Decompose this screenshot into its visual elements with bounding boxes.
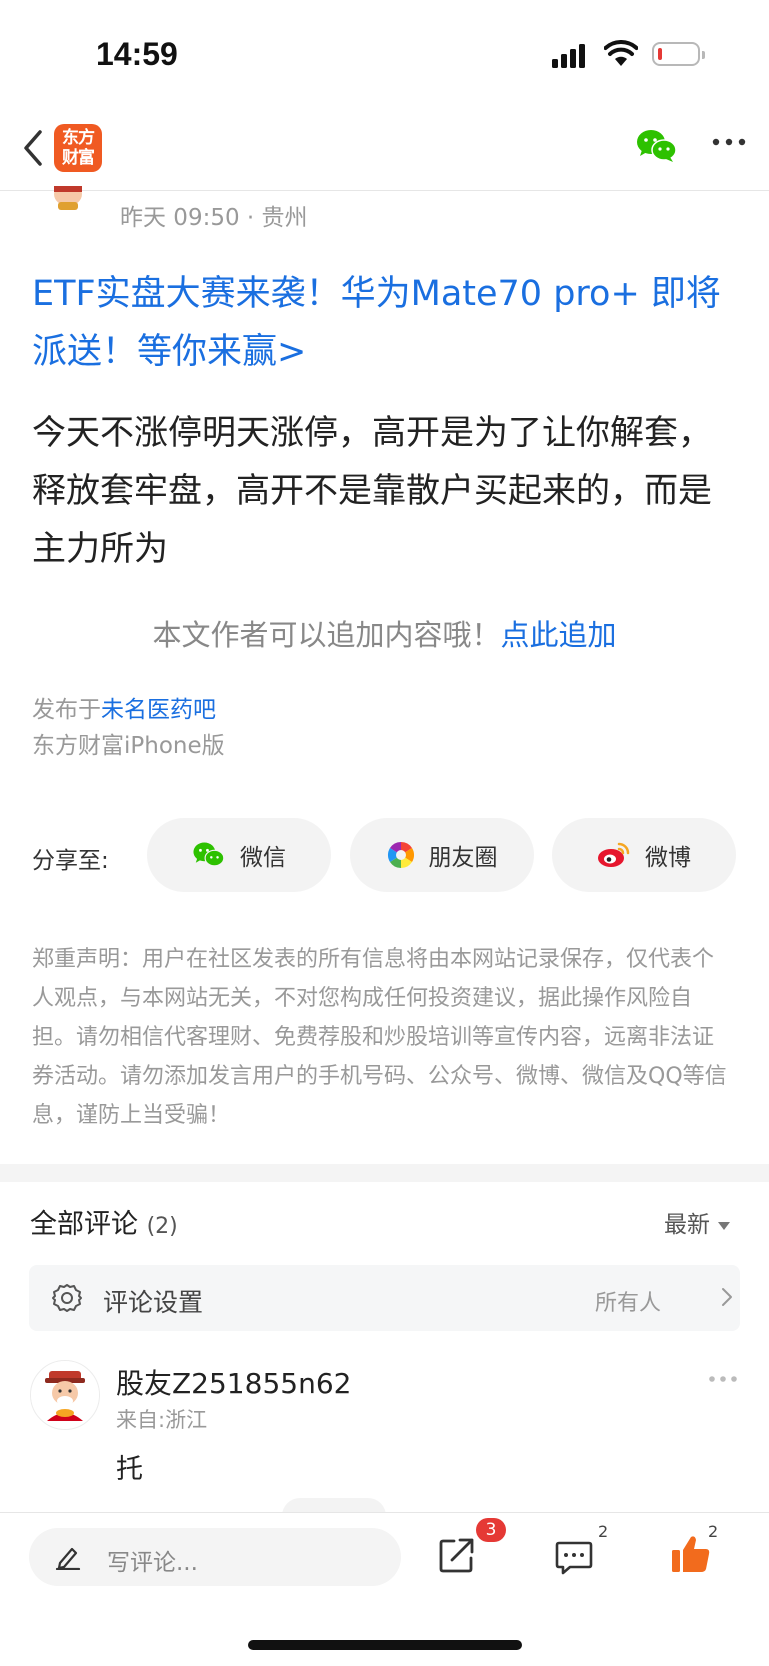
app-logo: 东方 财富 <box>54 124 102 172</box>
disclaimer-text: 郑重声明：用户在社区发表的所有信息将由本网站记录保存，仅代表个人观点，与本网站无… <box>32 947 727 1128</box>
comments-header: 全部评论 (2) <box>30 1202 178 1241</box>
share-weibo-button[interactable]: 微博 <box>552 818 736 892</box>
forum-link[interactable]: 未名医药吧 <box>101 697 216 723</box>
comment-text: 托 <box>116 1454 143 1485</box>
client-source: 东方财富iPhone版 <box>32 733 225 759</box>
status-time: 14:59 <box>96 36 178 72</box>
append-prompt-text: 本文作者可以追加内容哦！ <box>152 618 501 652</box>
logo-text-bottom: 财富 <box>62 148 95 168</box>
thumbs-up-icon[interactable] <box>671 1534 711 1574</box>
cellular-signal-icon <box>552 44 585 68</box>
promo-link[interactable]: ETF实盘大赛来袭！华为Mate70 pro+ 即将派送！等你来赢> <box>32 265 742 381</box>
published-prefix: 发布于 <box>32 697 101 723</box>
back-arrow-icon[interactable] <box>18 126 50 170</box>
wifi-icon <box>604 40 638 66</box>
sort-label: 最新 <box>664 1212 710 1238</box>
more-options-icon[interactable] <box>712 138 746 146</box>
wechat-share-icon[interactable] <box>636 128 678 164</box>
share-wechat-label: 微信 <box>240 845 286 871</box>
share-label: 分享至: <box>32 848 109 874</box>
share-moments-button[interactable]: 朋友圈 <box>350 818 534 892</box>
wechat-icon <box>193 842 225 867</box>
append-prompt: 本文作者可以追加内容哦！点此追加 <box>0 612 769 654</box>
like-count: 2 <box>708 1522 719 1541</box>
post-time-location: 昨天 09:50 · 贵州 <box>120 205 308 231</box>
comment-settings-value: 所有人 <box>595 1291 662 1316</box>
pencil-icon <box>55 1547 81 1570</box>
comment-more-icon[interactable] <box>708 1375 738 1383</box>
commenter-username[interactable]: 股友Z251855n62 <box>116 1362 351 1402</box>
commenter-avatar[interactable] <box>30 1360 100 1430</box>
comments-count: (2) <box>146 1214 178 1239</box>
weibo-icon <box>598 842 630 867</box>
post-body: 今天不涨停明天涨停，高开是为了让你解套，释放套牢盘，高开不是靠散户买起来的，而是… <box>32 413 712 569</box>
sort-dropdown[interactable]: 最新 <box>664 1205 730 1239</box>
battery-icon <box>652 42 705 66</box>
section-separator <box>0 1164 769 1182</box>
write-comment-placeholder: 写评论... <box>107 1550 198 1576</box>
share-count-badge: 3 <box>476 1518 506 1542</box>
comment-settings-row[interactable]: 评论设置 所有人 <box>29 1265 740 1331</box>
share-icon[interactable] <box>438 1536 476 1574</box>
gear-icon <box>52 1284 82 1312</box>
published-in: 发布于未名医药吧 <box>32 690 216 724</box>
write-comment-input[interactable]: 写评论... <box>29 1528 401 1586</box>
append-content-link[interactable]: 点此追加 <box>501 618 617 652</box>
comment-count: 2 <box>598 1522 609 1541</box>
comments-title: 全部评论 <box>30 1209 138 1240</box>
nav-divider <box>0 190 769 191</box>
comment-icon[interactable] <box>555 1540 593 1576</box>
author-avatar[interactable] <box>46 186 90 214</box>
comment-settings-label: 评论设置 <box>103 1288 204 1317</box>
share-moments-label: 朋友圈 <box>428 845 498 871</box>
share-weibo-label: 微博 <box>645 845 691 871</box>
share-wechat-button[interactable]: 微信 <box>147 818 331 892</box>
caret-down-icon <box>718 1221 730 1230</box>
chevron-right-icon <box>722 1288 732 1306</box>
moments-icon <box>387 841 414 869</box>
logo-text-top: 东方 <box>62 128 95 148</box>
commenter-location: 来自:浙江 <box>116 1408 208 1432</box>
home-indicator <box>248 1640 522 1650</box>
